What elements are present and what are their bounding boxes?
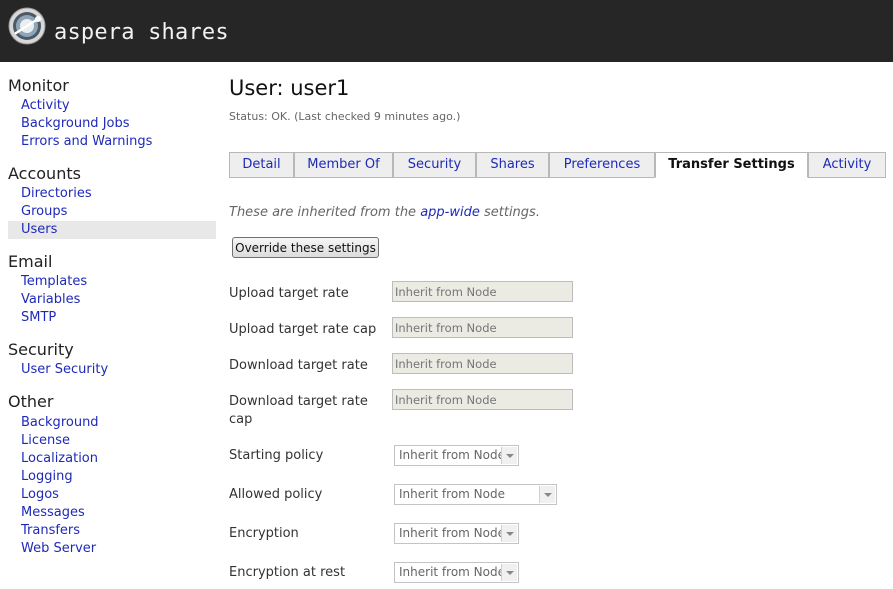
sidebar-item-users[interactable]: Users bbox=[21, 221, 57, 239]
upload-target-rate-cap-input[interactable] bbox=[392, 317, 573, 338]
sidebar-section-other: Other bbox=[8, 392, 54, 411]
tab-transfer-settings[interactable]: Transfer Settings bbox=[655, 152, 808, 178]
chevron-down-icon[interactable] bbox=[539, 486, 555, 503]
tab-security[interactable]: Security bbox=[393, 152, 476, 178]
sidebar-item-messages[interactable]: Messages bbox=[21, 504, 85, 522]
aspera-logo-icon[interactable] bbox=[8, 7, 46, 45]
top-bar: aspera shares bbox=[0, 0, 893, 62]
page-title: User: user1 bbox=[229, 76, 350, 100]
starting-policy-label: Starting policy bbox=[229, 448, 324, 463]
tab-detail[interactable]: Detail bbox=[229, 152, 294, 178]
sidebar-item-web-server[interactable]: Web Server bbox=[21, 540, 96, 558]
sidebar-section-accounts: Accounts bbox=[8, 164, 81, 183]
encryption-label: Encryption bbox=[229, 526, 299, 541]
chevron-down-icon[interactable] bbox=[501, 564, 517, 581]
allowed-policy-select[interactable]: Inherit from Node bbox=[394, 484, 557, 505]
download-target-rate-label: Download target rate bbox=[229, 358, 368, 373]
tab-member-of[interactable]: Member Of bbox=[294, 152, 393, 178]
upload-target-rate-label: Upload target rate bbox=[229, 286, 349, 301]
status-text: Status: OK. (Last checked 9 minutes ago.… bbox=[229, 110, 461, 123]
sidebar-section-email: Email bbox=[8, 252, 53, 271]
sidebar-item-license[interactable]: License bbox=[21, 432, 70, 450]
tab-activity[interactable]: Activity bbox=[808, 152, 886, 178]
encryption-select[interactable]: Inherit from Node bbox=[394, 523, 519, 544]
sidebar-item-smtp[interactable]: SMTP bbox=[21, 309, 56, 327]
starting-policy-select[interactable]: Inherit from Node bbox=[394, 445, 519, 466]
sidebar-item-background-jobs[interactable]: Background Jobs bbox=[21, 115, 130, 133]
upload-target-rate-input[interactable] bbox=[392, 281, 573, 302]
sidebar-item-groups[interactable]: Groups bbox=[21, 203, 67, 221]
tab-shares[interactable]: Shares bbox=[476, 152, 549, 178]
starting-policy-value: Inherit from Node bbox=[399, 448, 505, 462]
sidebar-section-monitor: Monitor bbox=[8, 76, 69, 95]
allowed-policy-value: Inherit from Node bbox=[399, 487, 505, 501]
sidebar-item-localization[interactable]: Localization bbox=[21, 450, 98, 468]
download-target-rate-cap-label: Download target rate cap bbox=[229, 394, 368, 427]
app-title: aspera shares bbox=[54, 20, 229, 45]
sidebar-item-directories[interactable]: Directories bbox=[21, 185, 92, 203]
sidebar-item-activity[interactable]: Activity bbox=[21, 97, 70, 115]
chevron-down-icon[interactable] bbox=[501, 525, 517, 542]
sidebar-item-logos[interactable]: Logos bbox=[21, 486, 59, 504]
tab-preferences[interactable]: Preferences bbox=[549, 152, 655, 178]
download-target-rate-cap-input[interactable] bbox=[392, 389, 573, 410]
sidebar-item-transfers[interactable]: Transfers bbox=[21, 522, 80, 540]
sidebar-item-errors-and-warnings[interactable]: Errors and Warnings bbox=[21, 133, 152, 151]
sidebar-item-user-security[interactable]: User Security bbox=[21, 361, 108, 379]
inherited-note-suffix: settings. bbox=[479, 205, 540, 220]
sidebar-item-variables[interactable]: Variables bbox=[21, 291, 80, 309]
inherited-note: These are inherited from the app-wide se… bbox=[229, 205, 540, 220]
inherited-note-prefix: These are inherited from the bbox=[229, 205, 421, 220]
override-settings-button[interactable]: Override these settings bbox=[232, 237, 379, 258]
download-target-rate-input[interactable] bbox=[392, 353, 573, 374]
sidebar-section-security: Security bbox=[8, 340, 74, 359]
sidebar-item-logging[interactable]: Logging bbox=[21, 468, 73, 486]
app-wide-link[interactable]: app-wide bbox=[420, 205, 480, 220]
upload-target-rate-cap-label: Upload target rate cap bbox=[229, 322, 377, 337]
sidebar-item-background[interactable]: Background bbox=[21, 414, 99, 432]
sidebar-item-templates[interactable]: Templates bbox=[21, 273, 87, 291]
allowed-policy-label: Allowed policy bbox=[229, 487, 323, 502]
encryption-at-rest-value: Inherit from Node bbox=[399, 565, 505, 579]
encryption-at-rest-select[interactable]: Inherit from Node bbox=[394, 562, 519, 583]
chevron-down-icon[interactable] bbox=[501, 447, 517, 464]
encryption-value: Inherit from Node bbox=[399, 526, 505, 540]
encryption-at-rest-label: Encryption at rest bbox=[229, 565, 346, 580]
